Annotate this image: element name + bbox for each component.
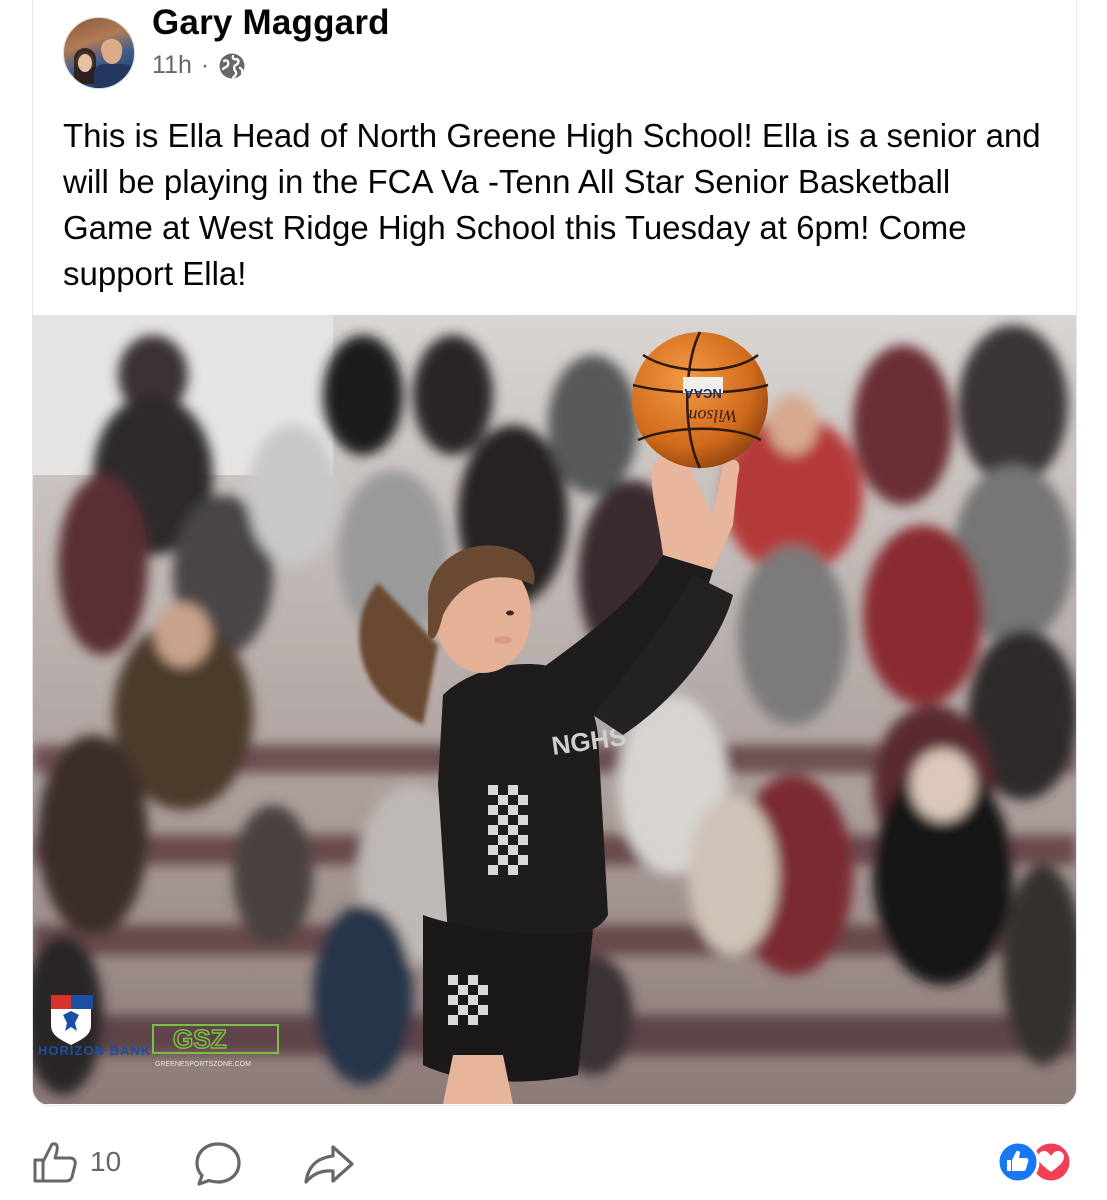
site-mark: GSZ bbox=[173, 1024, 227, 1054]
sponsor-text: FIRST HORIZON BANK bbox=[33, 1043, 151, 1058]
ball-ncaa-mark: NCAA bbox=[684, 386, 722, 401]
comment-icon bbox=[195, 1142, 241, 1186]
post-card: Gary Maggard 11h · This is Ella Head of … bbox=[32, 0, 1077, 1106]
post-meta: 11h · bbox=[152, 51, 246, 80]
like-reaction-icon bbox=[996, 1140, 1040, 1184]
thumbs-up-icon bbox=[33, 1142, 77, 1183]
post-header: Gary Maggard 11h · bbox=[63, 3, 1043, 89]
share-icon bbox=[304, 1145, 354, 1184]
post-action-bar: 10 bbox=[0, 1130, 1107, 1200]
author-avatar[interactable] bbox=[63, 17, 135, 89]
share-button[interactable] bbox=[303, 1142, 355, 1186]
post-text: This is Ella Head of North Greene High S… bbox=[63, 117, 1041, 292]
post-photo[interactable]: NGHS NCAA Wilson HORIZON BANK GSZ GREENE… bbox=[33, 315, 1076, 1104]
site-url: GREENESPORTSZONE.COM bbox=[155, 1061, 251, 1068]
comment-button[interactable] bbox=[193, 1140, 243, 1188]
like-count: 10 bbox=[90, 1146, 122, 1177]
ball-brand: Wilson bbox=[688, 406, 737, 426]
reaction-summary[interactable] bbox=[993, 1139, 1083, 1185]
like-button[interactable]: 10 bbox=[32, 1140, 121, 1184]
meta-separator: · bbox=[200, 51, 210, 79]
globe-icon[interactable] bbox=[218, 52, 246, 80]
post-time[interactable]: 11h bbox=[152, 51, 192, 80]
author-name[interactable]: Gary Maggard bbox=[152, 3, 390, 43]
